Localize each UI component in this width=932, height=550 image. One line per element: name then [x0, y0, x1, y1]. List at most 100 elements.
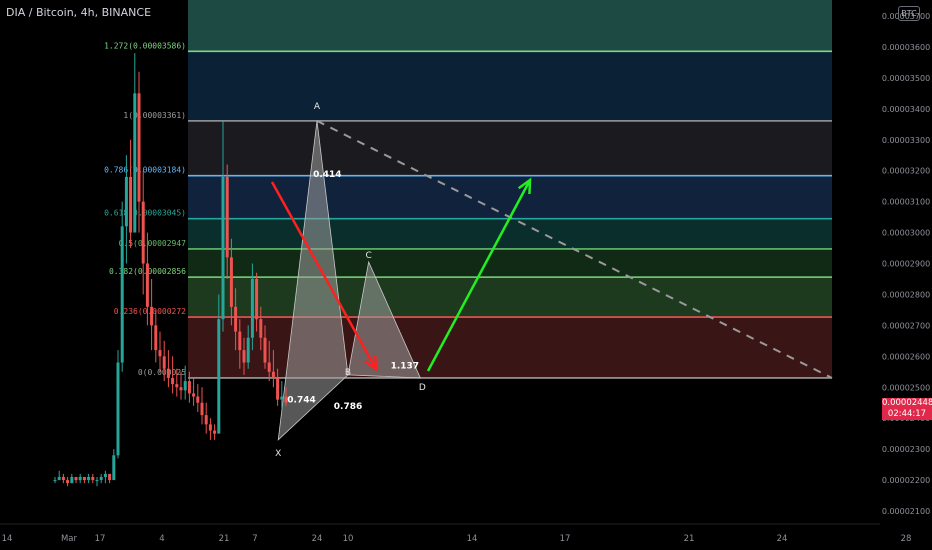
- price-tick-label: 0.00002800: [882, 290, 930, 299]
- candle-body: [200, 402, 204, 416]
- pattern-ratio-label: 0.786: [334, 402, 362, 412]
- candle-body: [271, 371, 275, 378]
- candle-body: [78, 476, 82, 481]
- candle-body: [162, 356, 166, 369]
- chart-canvas[interactable]: 1.272(0.00003586) 1(0.00003361) 0.786(0.00…: [0, 0, 932, 550]
- candle-body: [229, 257, 233, 307]
- time-tick-label: 21: [684, 534, 695, 544]
- time-tick-label: 7: [252, 534, 257, 544]
- price-tick-label: 0.00003000: [882, 229, 930, 238]
- candle-body: [124, 176, 128, 227]
- candle-body: [74, 476, 78, 481]
- price-tick-label: 0.00002600: [882, 352, 930, 361]
- candle-body: [213, 430, 217, 434]
- price-tick-label: 0.00002900: [882, 260, 930, 269]
- time-tick-label: Mar: [61, 534, 78, 544]
- fib-zone: [188, 120, 832, 176]
- candle-body: [196, 396, 200, 403]
- time-tick-label: 24: [312, 534, 323, 544]
- candle-body: [217, 319, 221, 434]
- candle-body: [141, 201, 145, 264]
- candle-body: [99, 476, 103, 481]
- candle-body: [246, 337, 250, 363]
- candle-body: [280, 396, 284, 400]
- fib-zone: [188, 277, 832, 318]
- currency-badge[interactable]: BTC: [898, 6, 920, 21]
- fib-level-label: 1.272(0.00003586): [104, 41, 186, 50]
- fib-zone-top: [188, 0, 832, 52]
- time-tick-label: 4: [159, 534, 164, 544]
- time-axis[interactable]: 14172124Mar47101417212428Apr: [0, 523, 932, 550]
- price-tick-label: 0.00002200: [882, 476, 930, 485]
- pattern-ratio-label: 1.137: [391, 362, 419, 372]
- price-tick-label: 0.00003100: [882, 198, 930, 207]
- fib-zone: [188, 317, 832, 378]
- candle-body: [250, 278, 254, 338]
- pattern-point-D: D: [419, 383, 426, 393]
- pattern-point-B: B: [345, 368, 351, 378]
- candle-body: [95, 480, 99, 482]
- candle-body: [255, 278, 259, 320]
- candle-body: [242, 350, 246, 363]
- price-axis[interactable]: 0.000037000.000036000.000035000.00003400…: [880, 0, 932, 524]
- time-tick-label: 10: [343, 534, 354, 544]
- pattern-point-X: X: [275, 449, 281, 459]
- price-tick-label: 0.00003300: [882, 136, 930, 145]
- candle-body: [112, 455, 116, 481]
- candle-body: [91, 476, 95, 481]
- candle-body: [66, 480, 70, 484]
- candle-body: [238, 331, 242, 351]
- candle-body: [116, 362, 120, 456]
- time-tick-label: 24: [777, 534, 788, 544]
- fib-zone: [188, 175, 832, 219]
- fib-zone: [188, 218, 832, 249]
- fib-level-label: 0.786(0.00003184): [104, 166, 186, 175]
- pattern-point-A: A: [314, 102, 321, 112]
- price-tick-label: 0.00002300: [882, 445, 930, 454]
- fib-level-label: 1(0.00003361): [123, 111, 186, 120]
- candle-body: [158, 350, 162, 357]
- candle-body: [171, 377, 175, 385]
- fib-zones: [188, 0, 832, 378]
- candle-body: [154, 325, 158, 351]
- candle-body: [108, 473, 112, 481]
- last-price-value: 0.00002448: [882, 398, 932, 408]
- candle-body: [259, 319, 263, 338]
- time-tick-label: 17: [560, 534, 571, 544]
- candle-body: [187, 381, 191, 394]
- candle-body: [53, 480, 57, 482]
- last-price-countdown: 02:44:17: [887, 409, 927, 419]
- candle-body: [82, 476, 86, 481]
- fib-level-label: 0(0.000025: [138, 368, 186, 377]
- candle-body: [276, 377, 280, 400]
- candle-body: [175, 384, 179, 388]
- candle-body: [133, 93, 137, 233]
- pattern-point-C: C: [366, 251, 372, 261]
- candle-body: [204, 415, 208, 425]
- symbol-title: DIA / Bitcoin, 4h, BINANCE: [6, 6, 152, 19]
- fib-level-label: 0.618(0.00003045): [104, 209, 186, 218]
- candle-body: [137, 93, 141, 202]
- candle-body: [267, 362, 271, 372]
- candle-body: [129, 176, 133, 233]
- candle-body: [103, 473, 107, 477]
- candle-body: [120, 226, 124, 363]
- candle-body: [57, 476, 61, 481]
- candle-body: [234, 306, 238, 332]
- price-tick-label: 0.00003600: [882, 43, 930, 52]
- time-tick-label: 17: [95, 534, 106, 544]
- fib-level-label: 0.236(0.0000272: [114, 307, 186, 316]
- fib-zone: [188, 51, 832, 121]
- time-tick-label: 14: [467, 534, 478, 544]
- pattern-ratio-label: 0.744: [287, 396, 315, 406]
- fib-zone: [188, 248, 832, 278]
- price-tick-label: 0.00003500: [882, 74, 930, 83]
- candle-body: [208, 424, 212, 431]
- candle-body: [179, 387, 183, 391]
- candle-body: [70, 476, 74, 484]
- last-price-tag: 0.00002448 02:44:17: [882, 398, 932, 420]
- price-tick-label: 0.00002500: [882, 383, 930, 392]
- candle-body: [263, 337, 267, 363]
- candle-body: [166, 368, 170, 378]
- time-tick-label: 14: [2, 534, 13, 544]
